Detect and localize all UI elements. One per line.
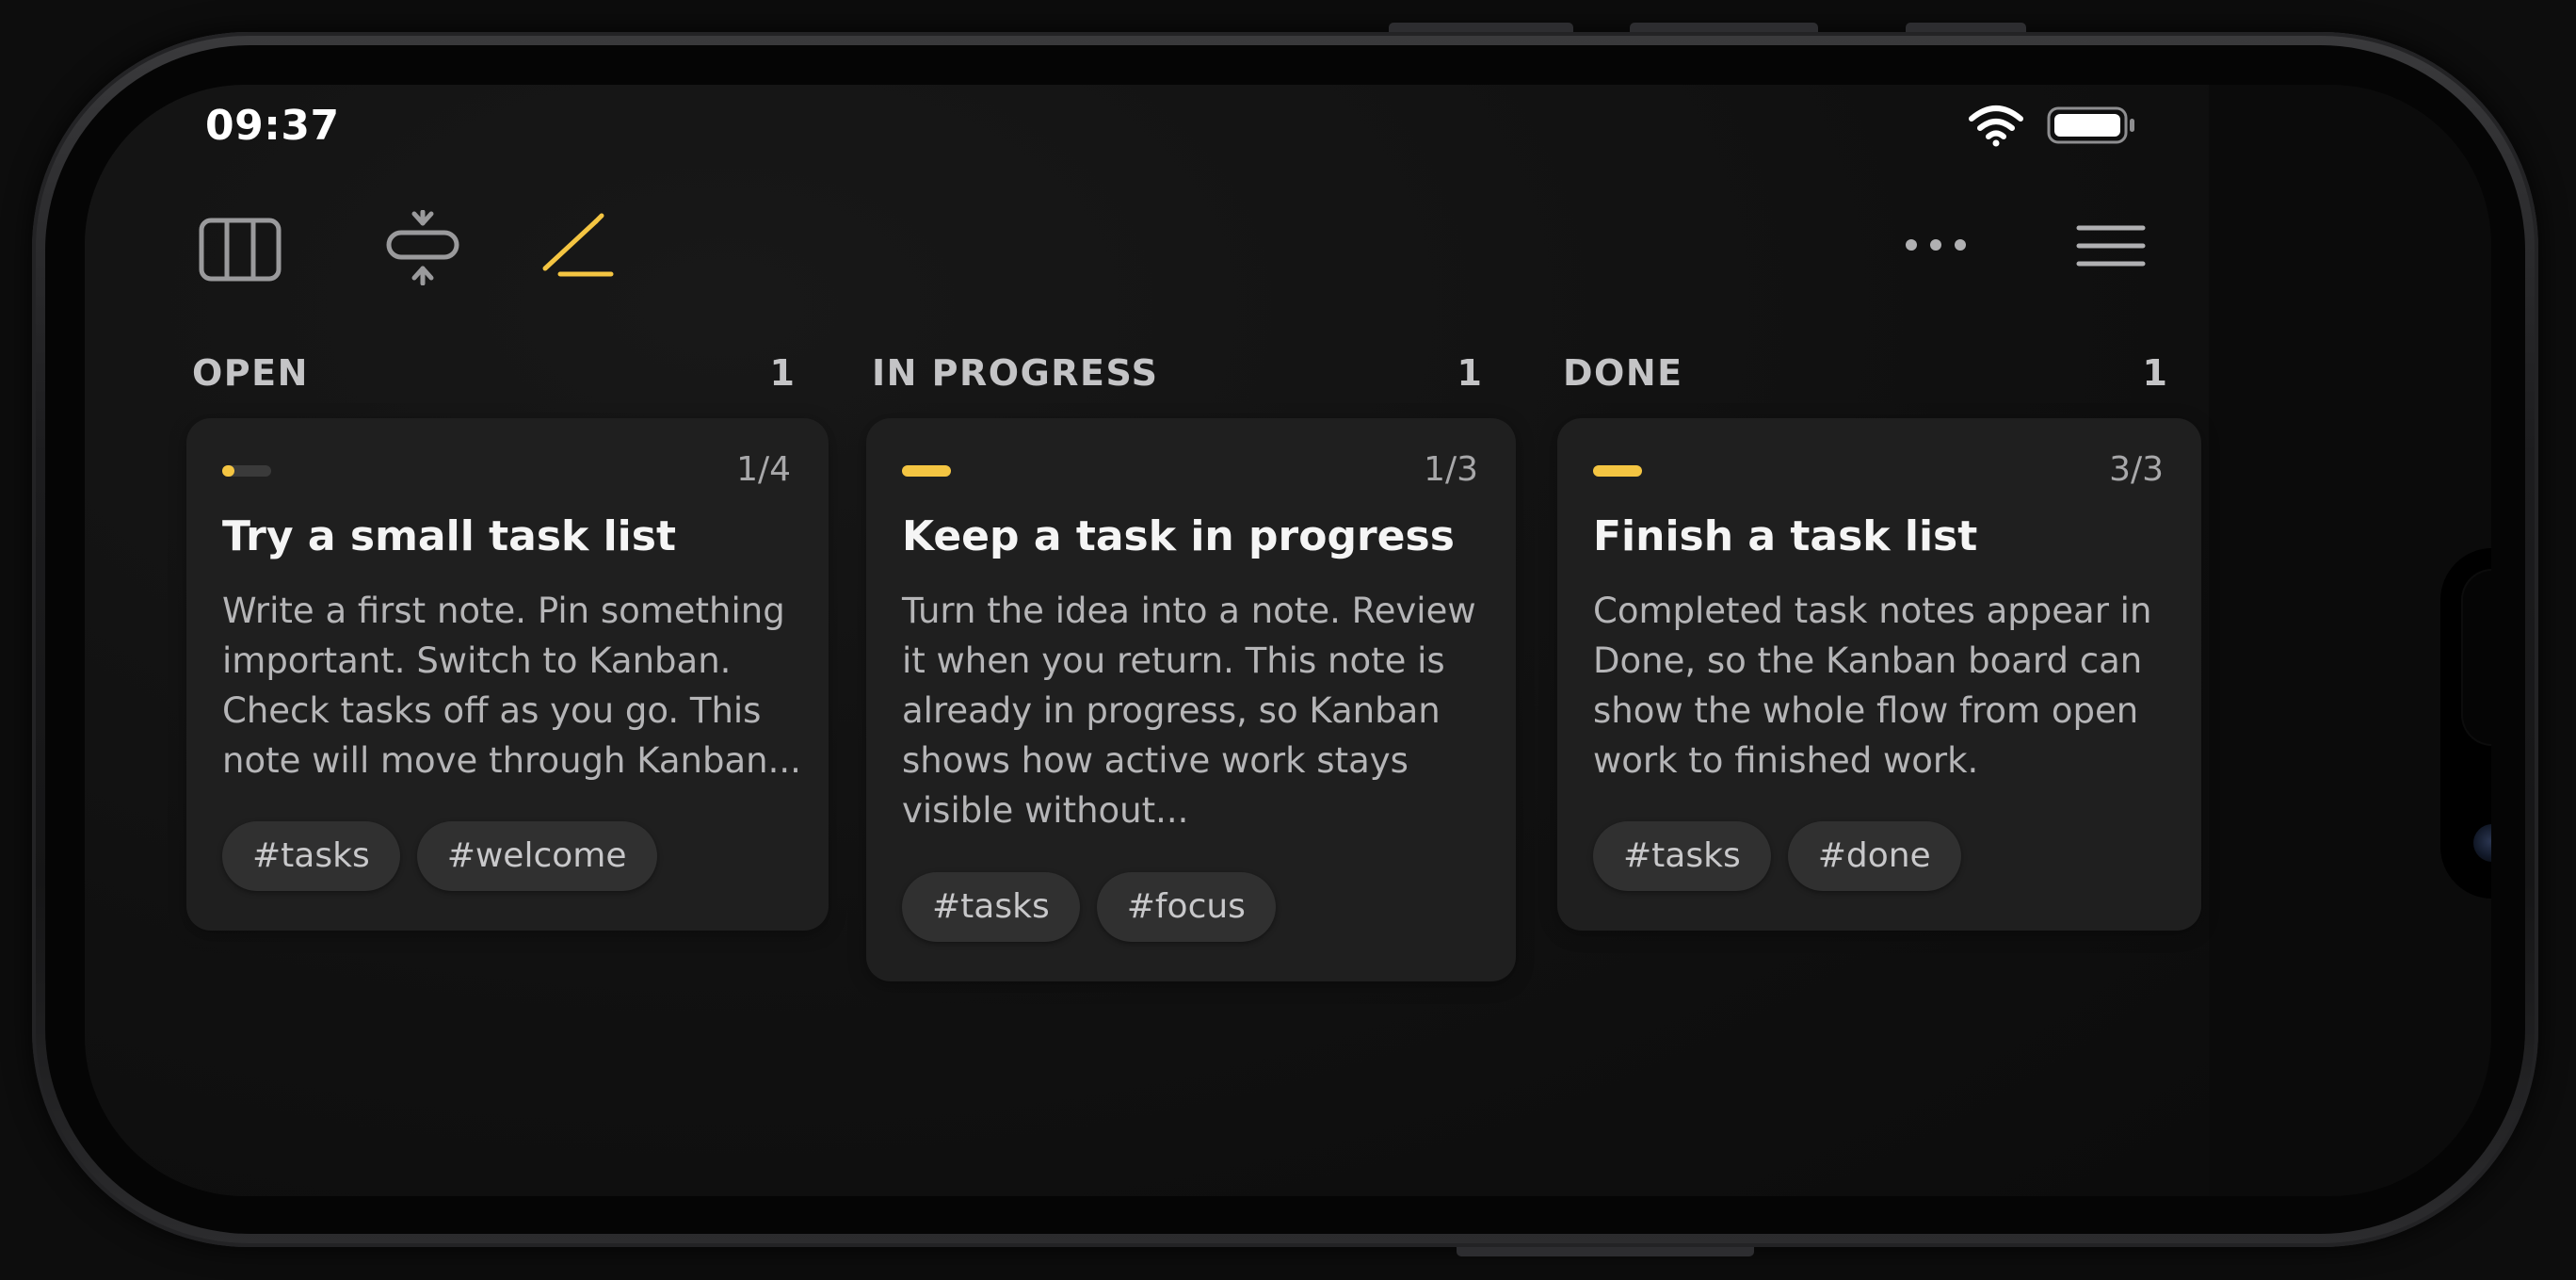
more-options-button[interactable] [1902,231,1970,259]
collapse-cards-button[interactable] [384,209,461,286]
screen: 09:37 OPEN 1 1/4 Try a small task list W… [85,85,2491,1196]
kanban-app: 09:37 OPEN 1 1/4 Try a small task list W… [85,85,2209,1196]
camera-cutout [2440,548,2491,899]
tag-list: #tasks #focus [902,872,1276,942]
progress-label: 1/3 [1424,450,1478,489]
task-card[interactable]: 3/3 Finish a task list Completed task no… [1557,418,2201,931]
menu-icon [2076,225,2146,267]
task-card[interactable]: 1/4 Try a small task list Write a first … [186,418,829,931]
progress-fill [222,465,234,477]
menu-button[interactable] [2075,222,2147,269]
column-title: IN PROGRESS [872,352,1159,394]
card-body: Completed task notes appear in Done, so … [1593,591,2152,781]
progress-label: 1/4 [736,450,791,489]
battery-icon [2047,106,2134,144]
progress-fill [902,465,951,477]
status-time: 09:37 [205,102,340,150]
task-card[interactable]: 1/3 Keep a task in progress Turn the ide… [866,418,1516,981]
volume-down-button [1630,23,1818,32]
column-title: OPEN [192,352,309,394]
volume-up-button [1389,23,1573,32]
tag-chip[interactable]: #tasks [902,872,1080,942]
column-open: OPEN 1 1/4 Try a small task list Write a… [186,348,829,931]
progress-bar [1593,465,1642,477]
tag-chip[interactable]: #tasks [222,821,400,891]
action-button [1906,23,2026,32]
column-in-progress: IN PROGRESS 1 1/3 Keep a task in progres… [866,348,1516,981]
sensor-housing [2461,569,2491,746]
kanban-view-button[interactable] [198,217,282,283]
progress-bar [222,465,271,477]
more-icon [1906,239,1966,251]
column-header: DONE 1 [1557,348,2201,396]
tag-list: #tasks #welcome [222,821,657,891]
tag-list: #tasks #done [1593,821,1961,891]
side-button [1457,1247,1754,1256]
wifi-icon [1969,105,2023,147]
edit-icon [542,213,614,277]
tag-chip[interactable]: #focus [1096,872,1276,942]
camera-lens [2473,824,2491,862]
card-title: Try a small task list [222,512,676,560]
collapse-icon [386,209,459,286]
tag-chip[interactable]: #tasks [1593,821,1771,891]
progress-fill [1593,465,1642,477]
column-header: OPEN 1 [186,348,829,396]
tag-chip[interactable]: #done [1787,821,1961,891]
card-title: Finish a task list [1593,512,1978,560]
card-title: Keep a task in progress [902,512,1455,560]
card-body: Turn the idea into a note. Review it whe… [902,591,1476,831]
progress-bar [902,465,951,477]
column-done: DONE 1 3/3 Finish a task list Completed … [1557,348,2201,931]
progress-label: 3/3 [2109,450,2164,489]
column-count: 1 [2142,352,2167,394]
column-title: DONE [1563,352,1683,394]
column-count: 1 [769,352,795,394]
card-body: Write a first note. Pin something import… [222,591,801,781]
column-count: 1 [1457,352,1482,394]
tag-chip[interactable]: #welcome [416,821,657,891]
edit-button[interactable] [541,212,617,280]
kanban-view-icon [199,218,282,282]
column-header: IN PROGRESS 1 [866,348,1516,396]
